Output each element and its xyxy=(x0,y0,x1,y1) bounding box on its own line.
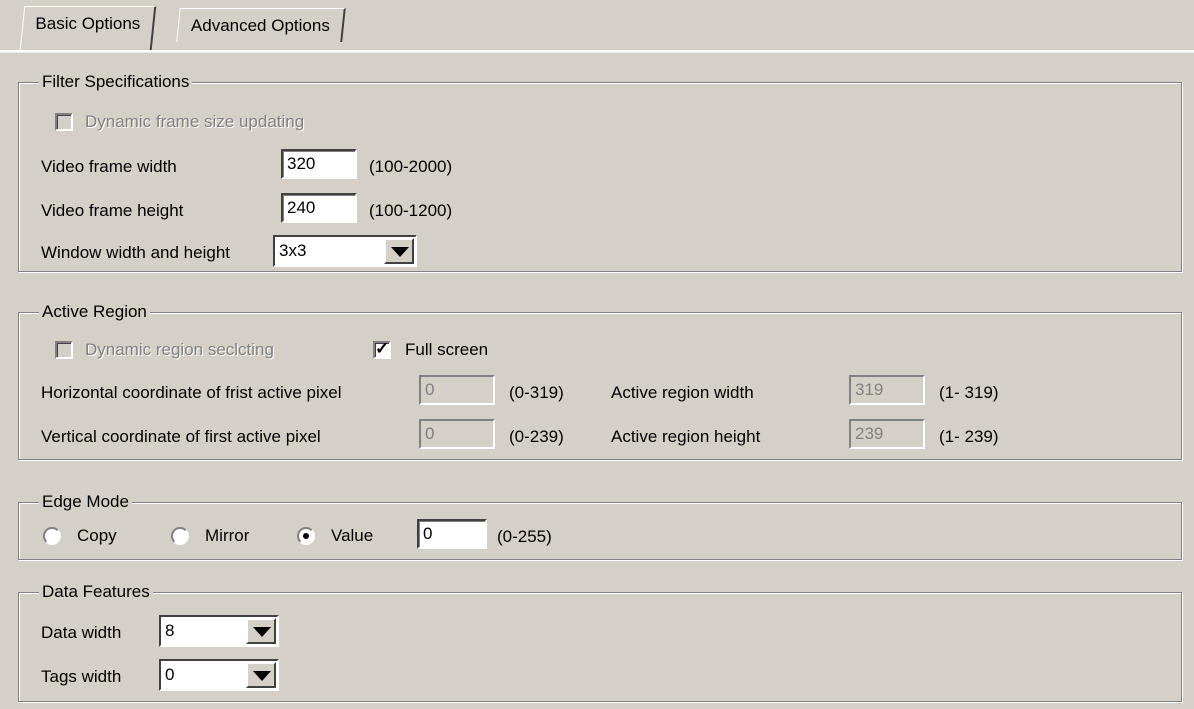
window-size-combo[interactable]: 3x3 xyxy=(273,235,417,267)
window-size-value: 3x3 xyxy=(279,241,307,260)
dynamic-region-checkbox[interactable] xyxy=(55,341,73,359)
hcoord-input[interactable] xyxy=(419,375,495,405)
vcoord-label: Vertical coordinate of first active pixe… xyxy=(41,427,321,446)
tags-width-combo[interactable]: 0 xyxy=(159,659,279,691)
edge-value-range: (0-255) xyxy=(497,527,552,546)
tab-divider-shadow xyxy=(0,52,1194,53)
triangle-down-icon xyxy=(391,247,409,257)
tab-strip: Basic Options Advanced Options xyxy=(0,0,1194,50)
region-width-label: Active region width xyxy=(611,383,754,402)
triangle-down-icon xyxy=(253,627,271,637)
edge-mode-group: Edge Mode Copy Mirror Value (0-255) xyxy=(18,491,1182,560)
data-width-value: 8 xyxy=(165,621,175,640)
tags-width-value: 0 xyxy=(165,665,175,684)
region-height-input[interactable] xyxy=(849,419,925,449)
edge-copy-label: Copy xyxy=(77,526,117,545)
region-height-label: Active region height xyxy=(611,427,761,446)
video-height-label: Video frame height xyxy=(41,201,184,220)
active-region-title: Active Region xyxy=(39,301,150,323)
filter-specifications-title: Filter Specifications xyxy=(39,71,193,93)
region-width-input[interactable] xyxy=(849,375,925,405)
data-width-label: Data width xyxy=(41,623,122,642)
video-width-label: Video frame width xyxy=(41,157,177,176)
tab-advanced-options-label: Advanced Options xyxy=(190,16,330,35)
active-region-group: Active Region Dynamic region seclcting ✓… xyxy=(18,301,1182,460)
full-screen-checkbox[interactable]: ✓ xyxy=(373,339,391,359)
filter-specifications-group: Filter Specifications Dynamic frame size… xyxy=(18,71,1182,272)
dynamic-frame-label: Dynamic frame size updating xyxy=(85,112,305,131)
tab-basic-options-label: Basic Options xyxy=(35,14,141,33)
edge-mirror-radio[interactable] xyxy=(171,527,189,545)
edge-value-input[interactable] xyxy=(417,519,487,549)
video-width-range: (100-2000) xyxy=(369,157,453,176)
data-width-dropdown-button[interactable] xyxy=(246,618,276,644)
triangle-down-icon xyxy=(253,671,271,681)
dynamic-frame-checkbox[interactable] xyxy=(55,113,73,131)
video-height-input[interactable] xyxy=(281,193,357,223)
region-height-range: (1- 239) xyxy=(939,427,999,446)
radio-dot-icon xyxy=(303,533,309,539)
data-features-title: Data Features xyxy=(39,581,153,603)
video-height-range: (100-1200) xyxy=(369,201,453,220)
region-width-range: (1- 319) xyxy=(939,383,999,402)
full-screen-label: Full screen xyxy=(405,340,489,359)
tab-advanced-options[interactable]: Advanced Options xyxy=(176,8,346,42)
dynamic-region-label: Dynamic region seclcting xyxy=(85,340,274,359)
window-size-label: Window width and height xyxy=(41,243,231,262)
hcoord-label: Horizontal coordinate of frist active pi… xyxy=(41,383,342,402)
data-features-group: Data Features Data width 8 Tags width 0 xyxy=(18,581,1182,702)
tags-width-dropdown-button[interactable] xyxy=(246,662,276,688)
edge-mode-title: Edge Mode xyxy=(39,491,132,513)
edge-mirror-label: Mirror xyxy=(205,526,250,545)
vcoord-range: (0-239) xyxy=(509,427,564,446)
video-width-input[interactable] xyxy=(281,149,357,179)
edge-copy-radio[interactable] xyxy=(43,527,61,545)
window-size-dropdown-button[interactable] xyxy=(384,238,414,264)
edge-value-radio[interactable] xyxy=(297,527,315,545)
check-icon: ✓ xyxy=(375,339,390,358)
vcoord-input[interactable] xyxy=(419,419,495,449)
tags-width-label: Tags width xyxy=(41,667,122,686)
hcoord-range: (0-319) xyxy=(509,383,564,402)
tab-basic-options[interactable]: Basic Options xyxy=(19,6,157,50)
edge-value-label: Value xyxy=(331,526,374,545)
data-width-combo[interactable]: 8 xyxy=(159,615,279,647)
